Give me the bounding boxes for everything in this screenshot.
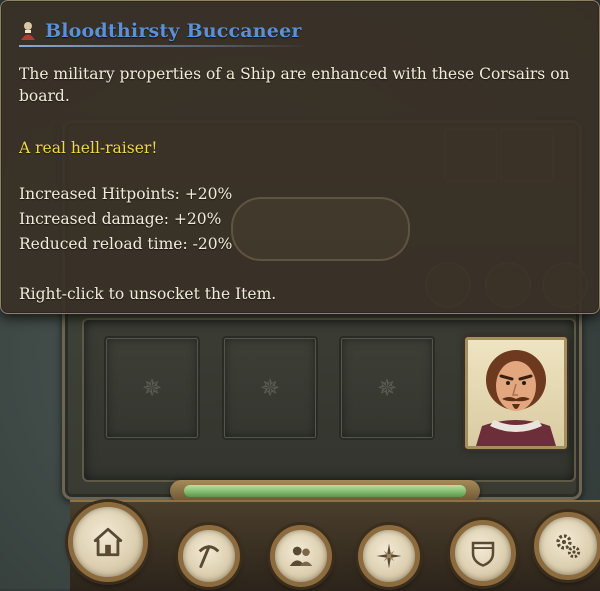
- item-stat: Increased damage: +20%: [19, 210, 222, 228]
- item-description: The military properties of a Ship are en…: [19, 65, 570, 105]
- progress-fill: [184, 485, 466, 497]
- gear-icon: ✵: [376, 374, 398, 402]
- ghost-ship-medallion: [231, 197, 410, 261]
- gear-icon: ✵: [141, 374, 163, 402]
- population-icon: [289, 546, 313, 566]
- tooltip-header: Bloodthirsty Buccaneer: [19, 17, 302, 45]
- buccaneer-portrait: [476, 350, 556, 446]
- settings-button[interactable]: [534, 512, 600, 580]
- tooltip-title: Bloodthirsty Buccaneer: [45, 20, 302, 42]
- unsocket-hint: Right-click to unsocket the Item.: [19, 285, 277, 303]
- compass-icon: [376, 543, 402, 569]
- progress-bar: [170, 480, 480, 502]
- bottom-nav-bar: [70, 500, 600, 591]
- item-socket-buccaneer[interactable]: [465, 337, 567, 449]
- progress-track: [184, 485, 466, 497]
- settings-icon: [556, 534, 581, 559]
- home-icon: [93, 527, 123, 557]
- population-button[interactable]: [270, 525, 332, 587]
- compass-button[interactable]: [358, 525, 420, 587]
- person-icon: [21, 22, 35, 40]
- shield-icon: [471, 541, 495, 567]
- construction-button[interactable]: [178, 525, 240, 587]
- item-stat: Reduced reload time: -20%: [19, 235, 233, 253]
- home-button[interactable]: [68, 502, 148, 582]
- pickaxe-icon: [198, 545, 220, 568]
- gear-icon: ✵: [259, 374, 281, 402]
- inventory-button[interactable]: [450, 520, 516, 586]
- item-socket-1[interactable]: ✵: [104, 336, 200, 440]
- item-flavor-text: A real hell-raiser!: [19, 139, 158, 157]
- title-divider: [19, 45, 309, 47]
- item-tooltip: Bloodthirsty Buccaneer The military prop…: [0, 0, 600, 314]
- item-socket-3[interactable]: ✵: [339, 336, 435, 440]
- item-stat: Increased Hitpoints: +20%: [19, 185, 233, 203]
- item-socket-2[interactable]: ✵: [222, 336, 318, 440]
